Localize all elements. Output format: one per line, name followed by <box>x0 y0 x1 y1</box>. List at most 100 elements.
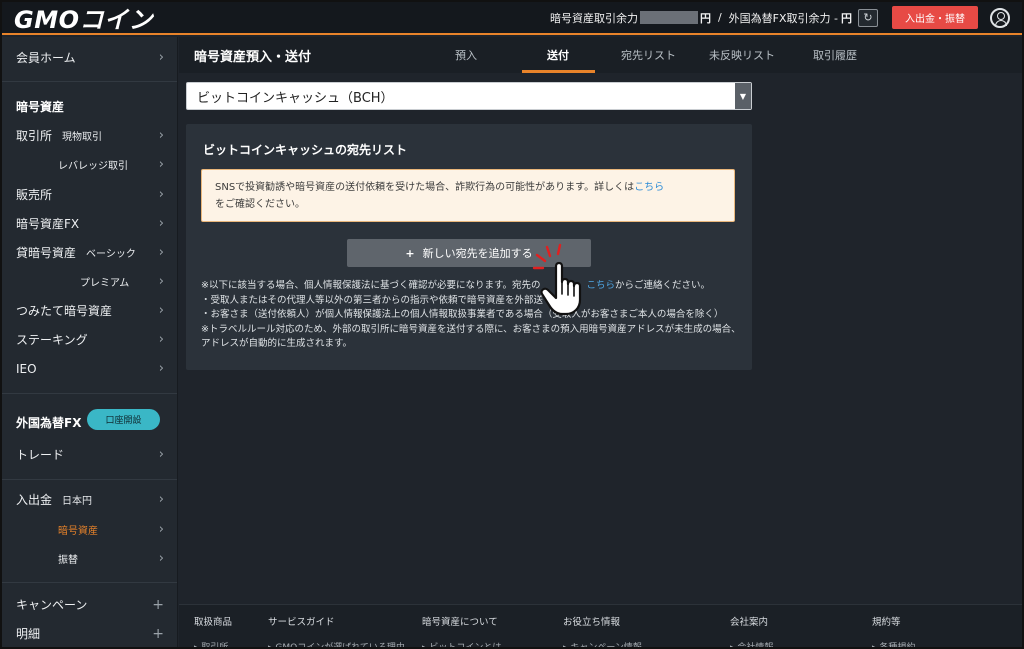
tab-unreflected-list[interactable]: 未反映リスト <box>709 47 775 63</box>
footer-link[interactable]: ▸ GMOコインが選ばれている理由 <box>268 640 405 649</box>
sidebar-item-member-home[interactable]: 会員ホーム › <box>2 43 177 72</box>
panel-title: ビットコインキャッシュの宛先リスト <box>203 143 408 157</box>
sidebar-item-crypto-fx[interactable]: 暗号資産FX › <box>2 209 177 238</box>
sidebar-item-label: 暗号資産 <box>58 526 98 537</box>
note-line: ※以下に該当する場合、個人情報保護法に基づく確認が必要になります。宛先の こちらか… <box>201 279 741 294</box>
sidebar-item-tsumitate[interactable]: つみたて暗号資産 › <box>2 296 177 325</box>
deposit-transfer-button[interactable]: 入出金・振替 <box>892 6 978 29</box>
chevron-right-icon: › <box>158 187 164 202</box>
sidebar-item-deposit-crypto[interactable]: 暗号資産 › <box>2 515 177 544</box>
chevron-down-icon[interactable]: ▼ <box>735 83 751 109</box>
note-line: ※トラベルルール対応のため、外部の取引所に暗号資産を送付する際に、お客さまの預入… <box>201 323 741 350</box>
sidebar-item-lending-basic[interactable]: ベーシック <box>86 245 136 260</box>
fx-balance-unit: 円 <box>841 11 852 25</box>
sidebar-item-staking[interactable]: ステーキング › <box>2 325 177 354</box>
crypto-balance-unit: 円 <box>699 11 711 25</box>
crypto-balance-label: 暗号資産取引余力 <box>549 11 638 25</box>
sub-navigation: 暗号資産預入・送付 預入 送付 宛先リスト 未反映リスト 取引履歴 <box>179 37 1022 73</box>
sidebar-item-lending-premium[interactable]: プレミアム › <box>2 267 177 296</box>
sidebar-item-label: ステーキング <box>16 333 88 347</box>
sidebar-item-label: プレミアム <box>80 278 130 289</box>
notes: ※以下に該当する場合、個人情報保護法に基づく確認が必要になります。宛先の こちらか… <box>201 279 741 352</box>
footer-link[interactable]: ▸ キャンペーン情報 <box>563 640 642 649</box>
sidebar-item-trade[interactable]: トレード › <box>2 440 177 469</box>
sidebar-item-label: トレード <box>16 448 65 462</box>
sidebar-item-label: 明細 <box>16 627 41 641</box>
sidebar-item-spot[interactable]: 現物取引 <box>62 128 102 143</box>
chevron-right-icon: › <box>158 522 164 537</box>
warning-text: SNSで投資勧誘や暗号資産の送付依頼を受けた場合、詐欺行為の可能性があります。詳… <box>215 182 635 193</box>
sidebar-item-label: つみたて暗号資産 <box>16 304 113 318</box>
note-line: ・受取人またはその代理人等以外の第三者からの指示や依頼で暗号資産を外部送 <box>201 294 544 306</box>
divider <box>2 582 177 583</box>
fraud-warning-box: SNSで投資勧誘や暗号資産の送付依頼を受けた場合、詐欺行為の可能性があります。詳… <box>201 169 735 222</box>
plus-icon: + <box>405 246 415 260</box>
chevron-right-icon: › <box>158 303 164 318</box>
masked-balance-value <box>639 11 698 24</box>
sidebar-item-statement[interactable]: 明細 + <box>2 619 177 647</box>
footer-link[interactable]: ▸ 取引所 <box>194 640 228 649</box>
sidebar-item-leverage[interactable]: レバレッジ取引 › <box>2 150 177 179</box>
sidebar-item-label: 貸暗号資産 <box>16 246 77 260</box>
tab-history[interactable]: 取引履歴 <box>813 47 857 63</box>
sidebar-item-sales[interactable]: 販売所 › <box>2 180 177 209</box>
sidebar: 会員ホーム › 暗号資産 取引所 現物取引 › レバレッジ取引 › 販売所 › … <box>2 37 178 647</box>
chevron-right-icon: › <box>158 245 164 260</box>
gmo-coin-logo[interactable]: GMOコイン <box>14 0 153 35</box>
chevron-right-icon: › <box>158 50 164 65</box>
sidebar-item-label: 販売所 <box>16 188 53 202</box>
tab-address-list[interactable]: 宛先リスト <box>621 47 676 63</box>
note-text: ※以下に該当する場合、個人情報保護法に基づく確認が必要になります。宛先の <box>201 280 541 291</box>
footer-heading-guide: サービスガイド <box>268 617 335 628</box>
warning-text-end: をご確認ください。 <box>215 199 305 210</box>
fx-section-heading: 外国為替FX <box>16 416 82 430</box>
sidebar-item-transfer[interactable]: 振替 › <box>2 544 177 573</box>
note-line: ・お客さま（送付依頼人）が個人情報保護法上の個人情報取扱事業者である場合（受取人… <box>201 309 724 320</box>
footer-link[interactable]: ▸ 会社情報 <box>730 640 773 649</box>
divider <box>2 81 177 82</box>
chevron-right-icon: › <box>158 157 164 172</box>
sidebar-item-label: 取引所 <box>16 129 53 143</box>
chevron-right-icon: › <box>158 332 164 347</box>
footer-heading-company: 会社案内 <box>730 617 769 628</box>
user-account-icon[interactable] <box>990 7 1010 28</box>
sidebar-item-label: 会員ホーム <box>16 51 76 65</box>
hand-pointer-icon <box>532 243 582 316</box>
footer-heading-products: 取扱商品 <box>194 617 233 628</box>
sidebar-item-ieo[interactable]: IEO › <box>2 354 177 383</box>
tab-send[interactable]: 送付 <box>547 47 569 63</box>
chevron-right-icon: › <box>158 274 164 289</box>
divider <box>2 479 177 480</box>
note-text: からご連絡ください。 <box>615 280 711 291</box>
crypto-section-heading: 暗号資産 <box>16 100 65 114</box>
sidebar-item-deposit[interactable]: 入出金 日本円 › <box>2 485 177 514</box>
sidebar-item-exchange[interactable]: 取引所 現物取引 › <box>2 121 177 150</box>
tab-deposit[interactable]: 預入 <box>455 47 477 63</box>
sidebar-item-deposit-jpy[interactable]: 日本円 <box>62 492 92 507</box>
sidebar-item-label: キャンペーン <box>16 598 88 612</box>
refresh-icon[interactable]: ↻ <box>858 8 878 27</box>
plus-icon: + <box>152 625 164 642</box>
balance-area: 暗号資産取引余力 円 / 外国為替FX取引余力 - 円 ↻ 入出金・振替 <box>550 6 1022 29</box>
divider <box>2 393 177 394</box>
add-button-label: 新しい宛先を追加する <box>422 247 533 260</box>
warning-details-link[interactable]: こちら <box>634 182 664 193</box>
chevron-right-icon: › <box>158 551 164 566</box>
sidebar-item-label: 暗号資産FX <box>16 217 80 231</box>
sidebar-item-label: 入出金 <box>16 493 53 507</box>
footer-link[interactable]: ▸ 各種規約 <box>872 640 915 649</box>
footer-heading-terms: 規約等 <box>872 617 901 628</box>
sidebar-item-label: レバレッジ取引 <box>58 161 128 172</box>
footer-heading-crypto: 暗号資産について <box>422 617 498 628</box>
plus-icon: + <box>152 596 164 613</box>
sidebar-item-label: IEO <box>16 361 37 376</box>
sidebar-item-campaign[interactable]: キャンペーン + <box>2 590 177 619</box>
sidebar-item-label: 振替 <box>58 555 78 566</box>
chevron-right-icon: › <box>158 216 164 231</box>
fx-open-account-button[interactable]: 口座開設 <box>87 409 160 430</box>
sidebar-item-lending[interactable]: 貸暗号資産 ベーシック › <box>2 238 177 267</box>
footer-link[interactable]: ▸ ビットコインとは <box>422 640 501 649</box>
footer-heading-tips: お役立ち情報 <box>563 617 621 628</box>
footer: 取扱商品 サービスガイド 暗号資産について お役立ち情報 会社案内 規約等 ▸ … <box>179 604 1022 649</box>
currency-select[interactable]: ビットコインキャッシュ（BCH） ▼ <box>186 82 752 110</box>
